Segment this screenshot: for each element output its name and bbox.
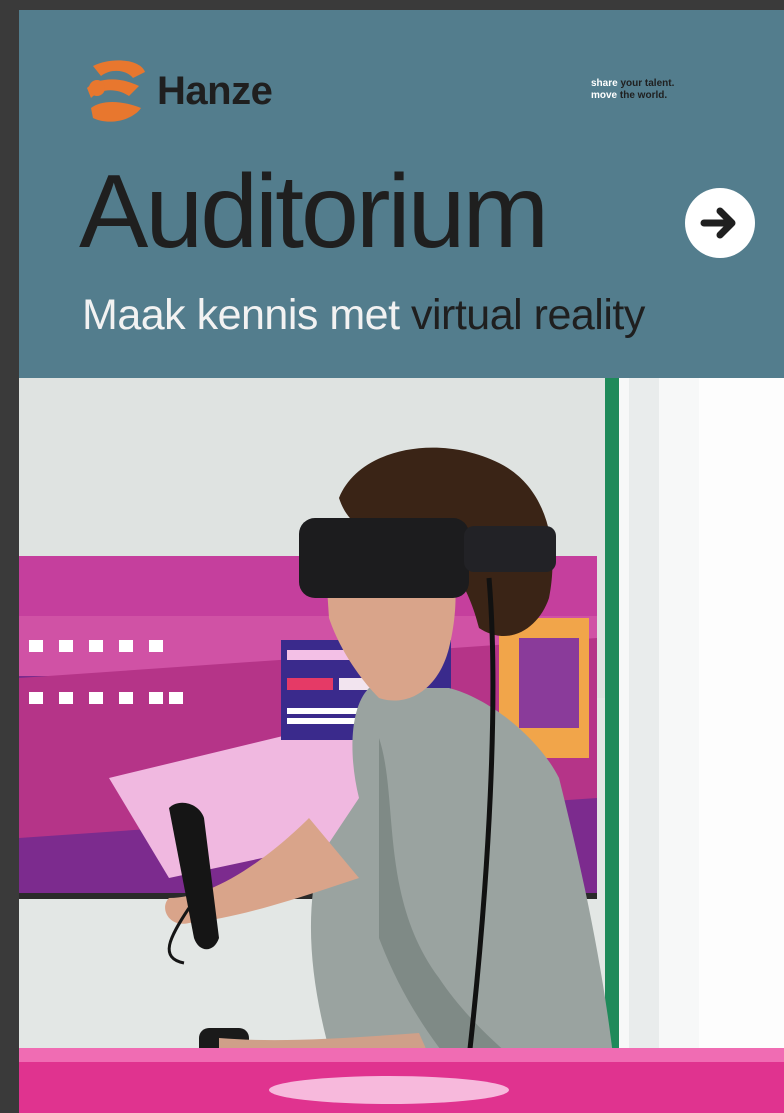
tagline-line-2: move the world.: [591, 90, 668, 101]
vr-headset: [299, 518, 469, 598]
header-banner: Hanze share your talent. move the world.…: [19, 10, 784, 378]
subtitle-light: Maak kennis met: [82, 291, 400, 339]
brand-tagline: share your talent. move the world.: [591, 78, 674, 102]
page-title: Auditorium: [79, 154, 549, 270]
brand-name: Hanze: [157, 68, 273, 113]
subtitle-dark: virtual reality: [410, 291, 645, 339]
vr-photo-illustration: [19, 378, 784, 1113]
green-window-frame: [605, 378, 619, 1058]
subtitle: Maak kennis met virtual reality: [82, 294, 645, 337]
page: Hanze share your talent. move the world.…: [0, 0, 784, 1113]
pink-lighting: [19, 1048, 784, 1113]
next-arrow-button[interactable]: [685, 188, 755, 258]
tagline-line-1: share your talent.: [591, 78, 675, 89]
poster: Hanze share your talent. move the world.…: [19, 10, 784, 1113]
hanze-logo[interactable]: Hanze: [83, 58, 273, 124]
arrow-right-icon: [700, 207, 736, 239]
vr-photo: [19, 378, 784, 1113]
hanze-logo-icon: [87, 60, 145, 122]
